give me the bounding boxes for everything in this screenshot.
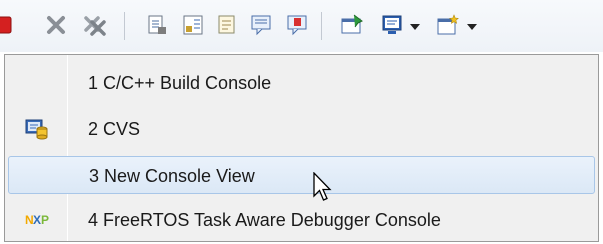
menu-item-label: 3 New Console View xyxy=(89,166,255,186)
cvs-database-icon xyxy=(25,118,49,140)
chevron-down-icon[interactable] xyxy=(467,24,477,30)
menu-item-build-console[interactable]: 1 C/C++ Build Console xyxy=(8,64,595,102)
menu-item-freertos-console[interactable]: NXP 4 FreeRTOS Task Aware Debugger Conso… xyxy=(8,201,595,239)
show-on-stdout-icon[interactable] xyxy=(246,10,276,40)
menu-item-cvs[interactable]: 2 CVS xyxy=(8,110,595,148)
chevron-down-icon[interactable] xyxy=(410,24,420,30)
toolbar-separator xyxy=(124,12,125,40)
menu-item-label: 4 FreeRTOS Task Aware Debugger Console xyxy=(88,210,441,230)
menu-item-label: 2 CVS xyxy=(88,119,141,139)
menu-item-label: 1 C/C++ Build Console xyxy=(88,73,272,93)
word-wrap-icon[interactable] xyxy=(178,10,208,40)
svg-text:X: X xyxy=(33,213,41,227)
menu-item-new-console-view[interactable]: 3 New Console View xyxy=(8,156,595,194)
open-console-dropdown-menu: 1 C/C++ Build Console 2 CVS 3 New Consol… xyxy=(4,54,599,242)
display-selected-console-icon[interactable] xyxy=(377,10,407,40)
pin-console-icon[interactable] xyxy=(337,10,367,40)
remove-all-terminated-icon[interactable] xyxy=(80,10,110,40)
toolbar-separator xyxy=(321,12,322,40)
svg-text:P: P xyxy=(41,213,49,227)
console-toolbar xyxy=(0,0,603,52)
stop-icon[interactable] xyxy=(0,10,18,40)
mouse-cursor-icon xyxy=(313,171,333,209)
nxp-logo-icon: NXP xyxy=(25,209,49,231)
show-on-stderr-icon[interactable] xyxy=(282,10,312,40)
scroll-lock-icon[interactable] xyxy=(142,10,172,40)
remove-launch-icon[interactable] xyxy=(41,10,71,40)
clear-console-icon[interactable] xyxy=(212,10,242,40)
open-console-icon[interactable] xyxy=(433,10,463,40)
